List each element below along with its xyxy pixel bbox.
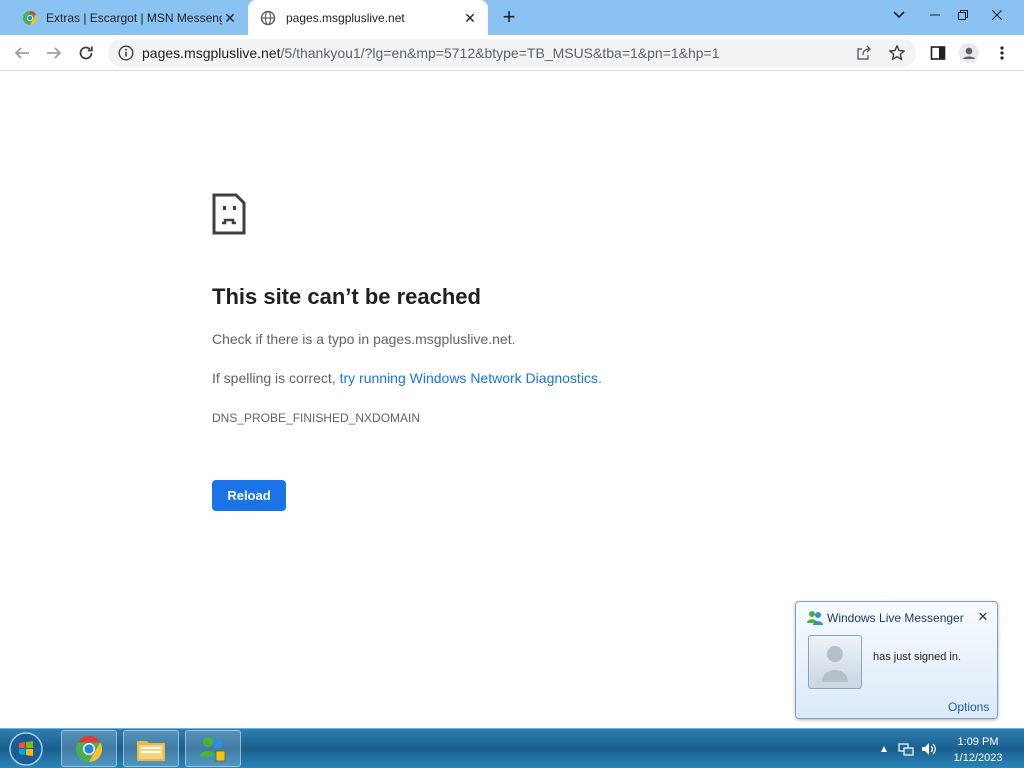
tab-strip: Extras | Escargot | MSN Messeng ✕ pages.…	[0, 0, 1024, 35]
browser-toolbar: pages.msgpluslive.net/5/thankyou1/?lg=en…	[0, 35, 1024, 71]
diagnostics-link[interactable]: try running Windows Network Diagnostics	[340, 370, 598, 386]
signed-in-text: has just signed in.	[873, 651, 962, 663]
bookmark-star-icon[interactable]	[888, 44, 906, 62]
close-icon[interactable]: ✕	[976, 610, 990, 624]
taskbar: ▲ 1:09 PM 1/12/2023	[0, 728, 1024, 768]
network-icon[interactable]	[898, 741, 914, 757]
address-url[interactable]: pages.msgpluslive.net/5/thankyou1/?lg=en…	[142, 45, 720, 61]
error-code: DNS_PROBE_FINISHED_NXDOMAIN	[212, 411, 421, 425]
minimize-icon	[930, 14, 940, 16]
reload-button[interactable]: Reload	[212, 480, 286, 511]
menu-button[interactable]	[990, 41, 1014, 65]
info-icon[interactable]	[118, 45, 134, 61]
diagnostics-prefix: If spelling is correct,	[212, 370, 340, 386]
show-hidden-icons-icon[interactable]: ▲	[876, 741, 892, 757]
reload-icon	[79, 46, 93, 60]
clock-time: 1:09 PM	[957, 736, 999, 748]
clock-date: 1/12/2023	[953, 752, 1003, 764]
close-window-button[interactable]	[980, 0, 1014, 30]
reload-toolbar-button[interactable]	[74, 41, 98, 65]
tab-msgpluslive[interactable]: pages.msgpluslive.net ✕	[248, 0, 488, 35]
error-title: This site can’t be reached	[212, 284, 481, 309]
profile-avatar-icon	[959, 43, 979, 63]
more-vert-icon	[1000, 46, 1004, 60]
options-link[interactable]: Options	[948, 700, 989, 714]
restore-icon	[958, 10, 968, 20]
messenger-notification[interactable]: Windows Live Messenger ✕ has just signed…	[795, 601, 998, 719]
notification-title: Windows Live Messenger	[827, 611, 964, 625]
close-tab-icon[interactable]: ✕	[462, 10, 478, 26]
start-button[interactable]	[6, 731, 46, 767]
person-silhouette-icon	[822, 646, 848, 682]
address-path: /5/thankyou1/?lg=en&mp=5712&btype=TB_MSU…	[280, 45, 720, 61]
contact-avatar	[808, 635, 862, 689]
typo-hint: Check if there is a typo in pages.msgplu…	[212, 331, 516, 347]
tab-search-button[interactable]	[882, 0, 916, 30]
file-explorer-icon	[137, 740, 165, 761]
forward-button[interactable]	[42, 41, 66, 65]
tab-title: pages.msgpluslive.net	[286, 10, 405, 25]
diagnostics-hint: If spelling is correct, try running Wind…	[212, 370, 602, 386]
address-host: pages.msgpluslive.net	[142, 45, 281, 61]
chevron-down-icon	[893, 11, 905, 19]
notification-message: has just signed in.	[873, 650, 961, 665]
chrome-favicon-icon	[23, 10, 38, 25]
tab-title: Extras | Escargot | MSN Messeng	[46, 10, 222, 25]
profile-button[interactable]	[957, 41, 981, 65]
windows-live-messenger-icon	[200, 736, 226, 761]
address-bar[interactable]: pages.msgpluslive.net/5/thankyou1/?lg=en…	[108, 39, 916, 67]
close-icon	[992, 10, 1002, 20]
back-arrow-icon	[14, 47, 29, 59]
chrome-icon	[76, 735, 103, 762]
globe-icon	[260, 10, 276, 25]
side-panel-button[interactable]	[926, 41, 950, 65]
windows-live-messenger-icon	[807, 611, 823, 625]
volume-icon[interactable]	[921, 741, 937, 757]
forward-arrow-icon	[47, 47, 62, 59]
restore-button[interactable]	[946, 0, 980, 30]
taskbar-chrome-button[interactable]	[61, 730, 117, 767]
share-icon[interactable]	[856, 45, 872, 61]
taskbar-explorer-button[interactable]	[123, 730, 179, 767]
clock[interactable]: 1:09 PM 1/12/2023	[950, 734, 1006, 766]
sad-document-icon	[212, 193, 246, 235]
close-tab-icon[interactable]: ✕	[222, 10, 238, 26]
taskbar-messenger-button[interactable]	[185, 730, 241, 767]
diagnostics-suffix: .	[597, 370, 602, 386]
side-panel-icon	[930, 46, 946, 60]
back-button[interactable]	[10, 41, 34, 65]
tab-escargot[interactable]: Extras | Escargot | MSN Messeng ✕	[8, 0, 248, 35]
new-tab-button[interactable]: +	[497, 6, 521, 30]
